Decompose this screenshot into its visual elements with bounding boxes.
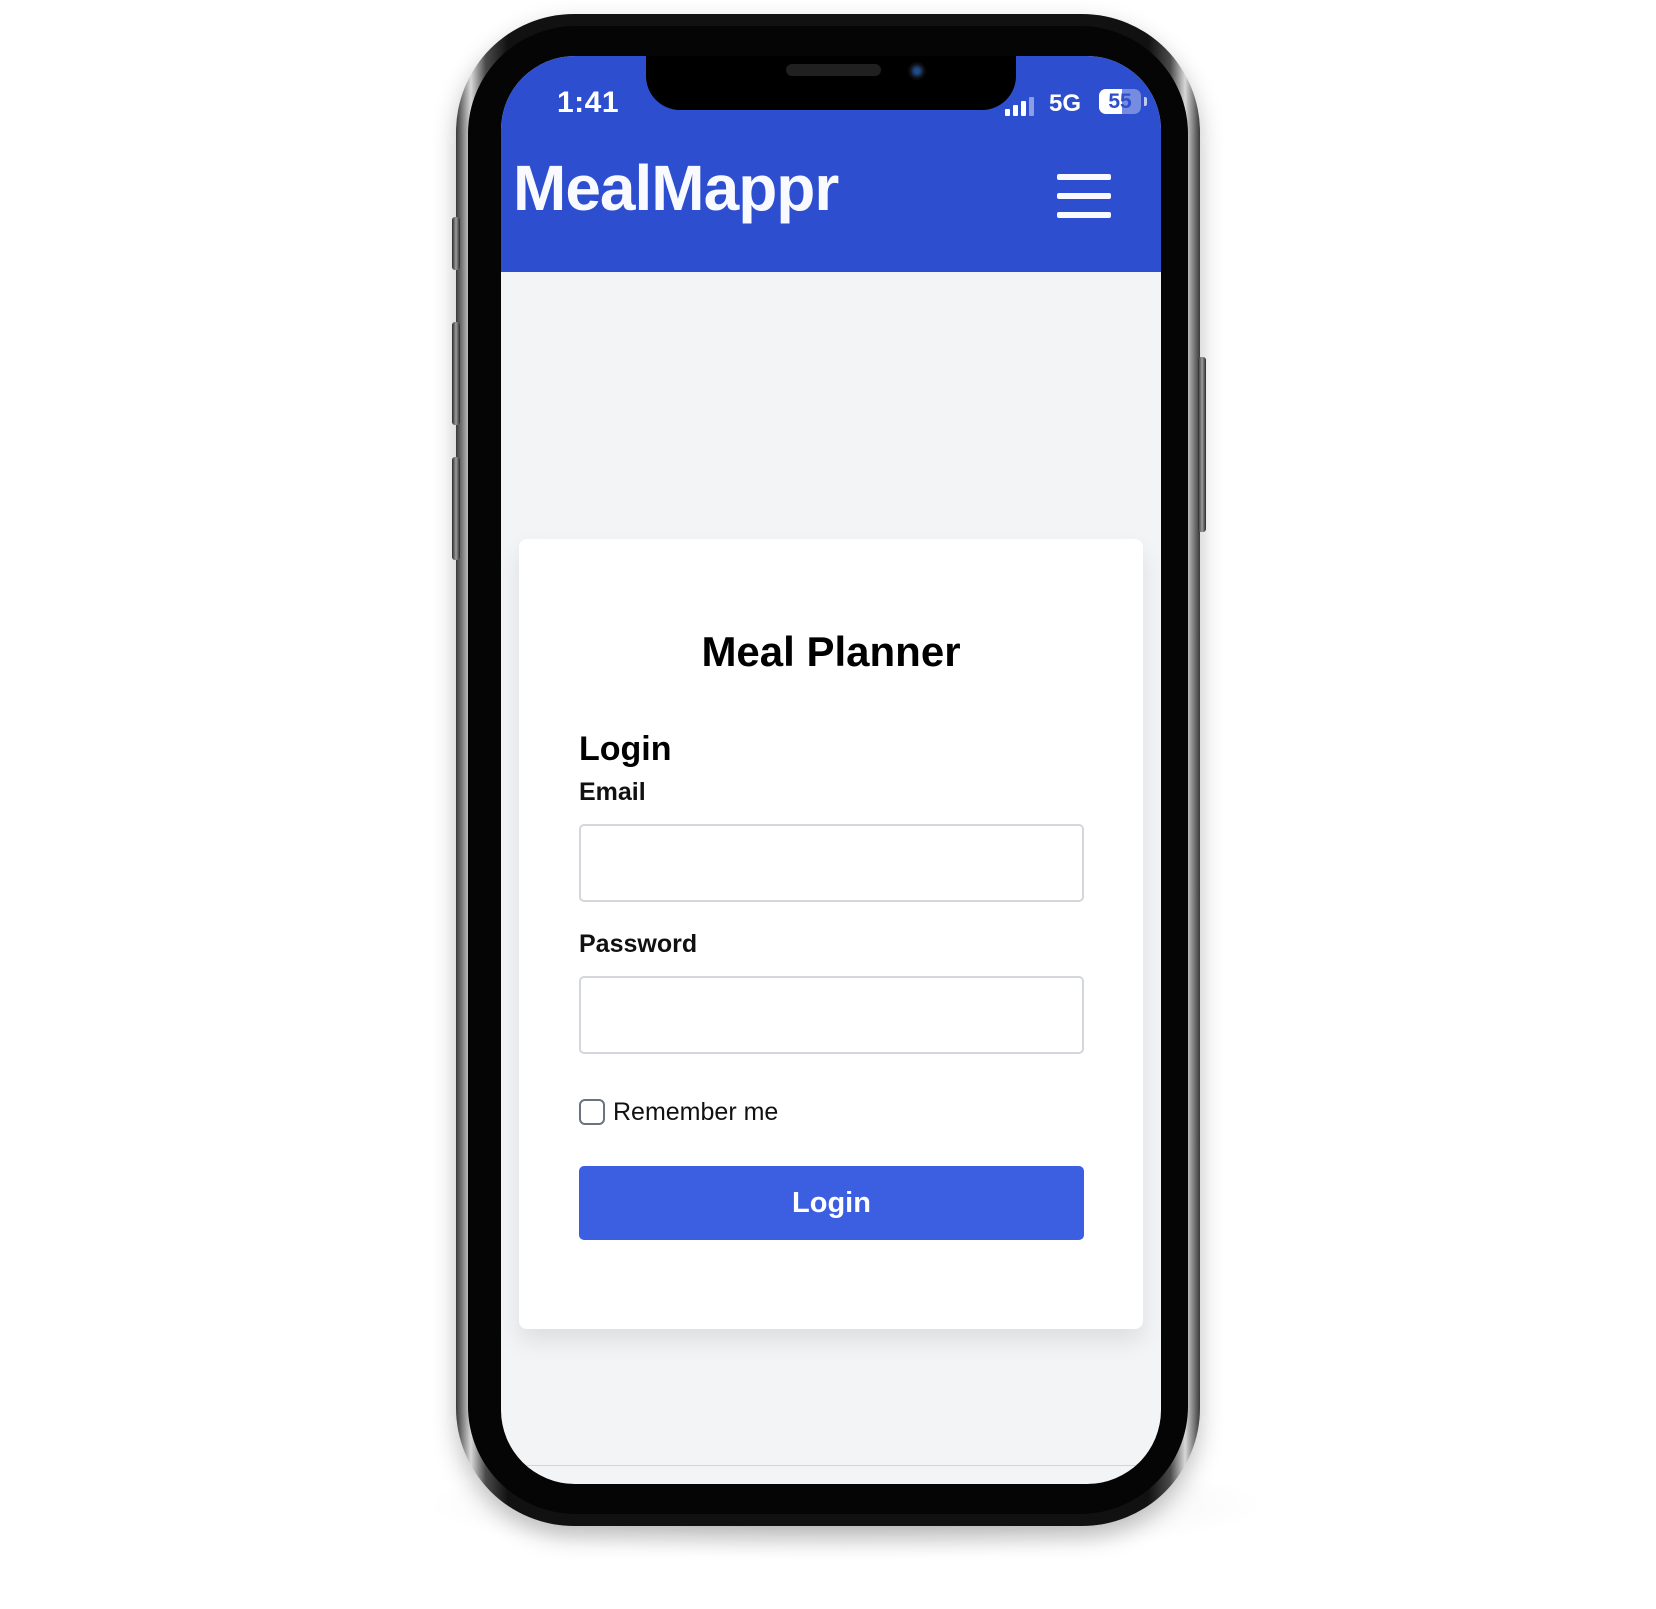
app-brand: MealMappr [513,152,839,224]
left-side-button-middle [452,322,460,425]
battery-icon: 55 [1099,89,1141,114]
status-time: 1:41 [557,86,620,119]
menu-icon-line-top [1057,174,1111,180]
screenshot-stage: 1:41 5G 55 MealMappr Meal Planner Login … [0,0,1656,1609]
remember-me-label: Remember me [613,1098,779,1126]
battery-level: 55 [1108,90,1132,113]
front-camera-icon [908,62,926,80]
speaker-grille [786,64,881,76]
right-side-button [1198,357,1206,532]
remember-me-checkbox[interactable] [579,1099,605,1125]
password-label: Password [579,930,698,958]
remember-me-option[interactable]: Remember me [579,1095,778,1129]
phone-notch [646,56,1016,110]
left-side-button-bottom [452,457,460,560]
menu-icon-line-bottom [1057,212,1111,218]
left-side-button-top [452,217,460,270]
network-indicator: 5G [1049,90,1082,117]
cellular-signal-icon [1005,96,1039,116]
bottom-divider [501,1465,1161,1466]
page-title: Meal Planner [701,628,961,676]
menu-icon-line-middle [1057,193,1111,199]
password-field[interactable] [579,976,1084,1054]
login-card: Meal Planner Login Email Password Rememb… [519,539,1143,1329]
email-field[interactable] [579,824,1084,902]
phone-screen: 1:41 5G 55 MealMappr Meal Planner Login … [501,56,1161,1484]
login-heading: Login [579,730,672,769]
email-label: Email [579,778,646,806]
menu-button[interactable] [1057,174,1111,222]
battery-tip-icon [1144,97,1147,106]
login-button[interactable]: Login [579,1166,1084,1240]
app-header: 1:41 5G 55 MealMappr [501,56,1161,272]
